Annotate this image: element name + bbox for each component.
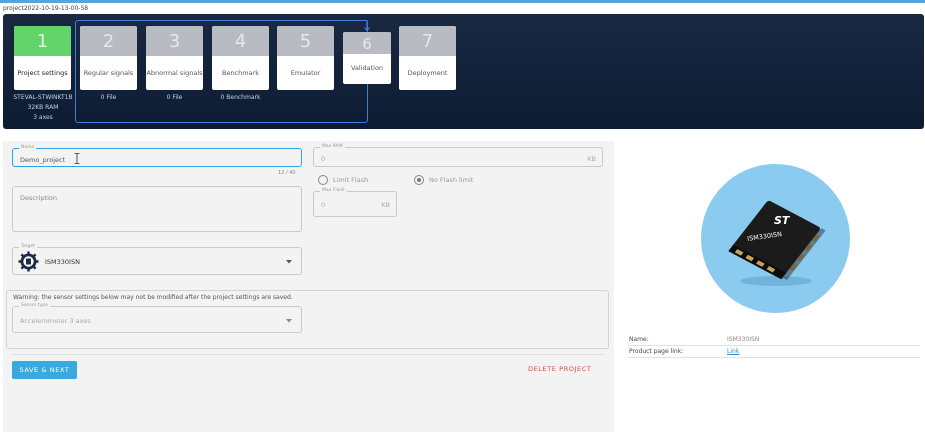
regular-signals-count: 0 File bbox=[100, 94, 117, 101]
max-flash-value: 0 bbox=[321, 201, 326, 209]
no-flash-limit-radio[interactable]: No Flash limit bbox=[414, 175, 473, 185]
max-ram-label: Max RAM bbox=[320, 144, 345, 149]
step-label: Abnormal signals bbox=[146, 69, 203, 77]
step-label: Project settings bbox=[17, 69, 68, 77]
top-accent-strip bbox=[0, 0, 925, 3]
max-ram-input[interactable]: Max RAM 0 KB bbox=[313, 144, 603, 167]
step-banner: 1 Project settings 2 Regular signals 3 A… bbox=[3, 14, 924, 129]
step-number: 1 bbox=[14, 26, 71, 56]
step-number: 4 bbox=[212, 26, 269, 56]
arrow-down-icon bbox=[364, 20, 370, 32]
step-deployment[interactable]: 7 Deployment bbox=[399, 26, 456, 90]
limit-flash-radio[interactable]: Limit Flash bbox=[318, 175, 368, 185]
max-flash-input[interactable]: Max Flash 0 KB bbox=[313, 188, 397, 217]
step-number: 5 bbox=[277, 26, 334, 56]
max-flash-unit: KB bbox=[381, 201, 390, 209]
board-info: STEVAL-STWINKT1B 32KB RAM 3 axes bbox=[10, 93, 76, 123]
product-name-row: Name: ISM330ISN bbox=[628, 335, 920, 346]
abnormal-signals-count: 0 File bbox=[166, 94, 183, 101]
dropdown-arrow-icon bbox=[286, 260, 292, 264]
step-number: 7 bbox=[399, 26, 456, 56]
step-label: Emulator bbox=[290, 69, 321, 77]
max-flash-label: Max Flash bbox=[320, 188, 347, 193]
sensor-type-value: Accelerometer 3 axes bbox=[20, 317, 91, 325]
step-number: 3 bbox=[146, 26, 203, 56]
name-char-counter: 12 / 40 bbox=[278, 170, 296, 176]
step-label: Deployment bbox=[407, 69, 448, 77]
step-label: Benchmark bbox=[221, 69, 260, 77]
product-name-key: Name: bbox=[629, 336, 649, 343]
board-name: STEVAL-STWINKT1B bbox=[13, 94, 73, 101]
step-number: 2 bbox=[80, 26, 137, 56]
product-link-row: Product page link: Link bbox=[628, 347, 920, 358]
target-value: ISM330ISN bbox=[45, 258, 80, 266]
sensor-type-select[interactable]: Sensor type Accelerometer 3 axes bbox=[12, 303, 302, 333]
target-label: Target bbox=[19, 244, 37, 249]
sensor-chip-icon: ST ISM330ISN bbox=[728, 200, 826, 286]
board-axes: 3 axes bbox=[33, 114, 53, 121]
name-value: Demo_project bbox=[20, 156, 66, 164]
product-link-key: Product page link: bbox=[629, 348, 684, 355]
target-select[interactable]: Target ISM330ISN bbox=[12, 244, 302, 275]
description-textarea[interactable]: Description bbox=[12, 186, 302, 232]
step-validation[interactable]: 6 Validation bbox=[343, 32, 391, 84]
product-image: ST ISM330ISN bbox=[701, 164, 850, 313]
benchmark-count: 0 Benchmark bbox=[220, 94, 261, 101]
delete-project-button[interactable]: DELETE PROJECT bbox=[528, 365, 591, 373]
radio-checked-icon bbox=[414, 175, 424, 185]
name-input[interactable]: Name Demo_project bbox=[12, 145, 302, 167]
product-page-link[interactable]: Link bbox=[727, 348, 739, 355]
board-ram: 32KB RAM bbox=[27, 104, 59, 111]
no-flash-limit-label: No Flash limit bbox=[429, 176, 474, 184]
step-benchmark[interactable]: 4 Benchmark bbox=[212, 26, 269, 90]
text-cursor-icon bbox=[74, 153, 80, 164]
step-regular-signals[interactable]: 2 Regular signals bbox=[80, 26, 137, 90]
name-label: Name bbox=[19, 145, 37, 150]
max-ram-unit: KB bbox=[587, 155, 596, 163]
step-emulator[interactable]: 5 Emulator bbox=[277, 26, 334, 90]
chip-brand: ST bbox=[774, 214, 791, 227]
step-abnormal-signals[interactable]: 3 Abnormal signals bbox=[146, 26, 203, 90]
step-label: Validation bbox=[350, 64, 384, 72]
limit-flash-label: Limit Flash bbox=[333, 176, 369, 184]
radio-unchecked-icon bbox=[318, 175, 328, 185]
project-settings-panel bbox=[3, 141, 614, 432]
actions-divider bbox=[12, 354, 604, 355]
step-project-settings[interactable]: 1 Project settings bbox=[14, 26, 71, 90]
dropdown-arrow-icon bbox=[286, 319, 292, 323]
product-name-value: ISM330ISN bbox=[727, 336, 760, 343]
save-next-button[interactable]: SAVE & NEXT bbox=[12, 361, 77, 379]
step-number: 6 bbox=[343, 32, 391, 54]
description-placeholder: Description bbox=[20, 194, 58, 202]
max-ram-value: 0 bbox=[321, 155, 326, 163]
sensor-type-label: Sensor type bbox=[19, 303, 50, 308]
project-title: project2022-10-19-13-00-58 bbox=[3, 5, 89, 12]
sensor-warning-text: Warning: the sensor settings below may n… bbox=[13, 294, 293, 301]
step-label: Regular signals bbox=[83, 69, 134, 77]
chip-gear-icon bbox=[18, 251, 39, 272]
